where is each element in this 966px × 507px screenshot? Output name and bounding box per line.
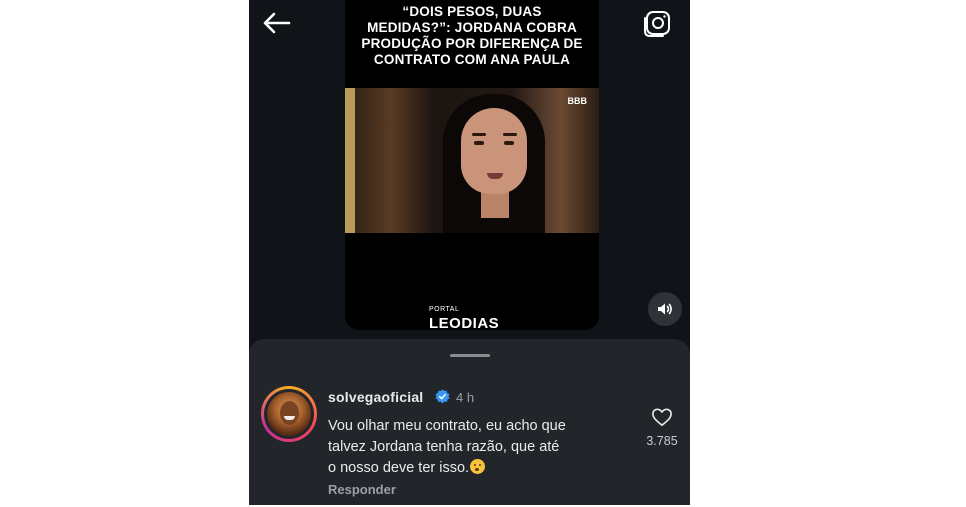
person-face — [461, 108, 527, 194]
right-brow — [503, 133, 517, 136]
app-screen: “DOIS PESOS, DUAS MEDIDAS?”: JORDANA COB… — [249, 0, 690, 505]
story-ring[interactable] — [261, 386, 317, 442]
comment-timestamp: 4 h — [456, 390, 475, 405]
comment-line: talvez Jordana tenha razão, que até — [328, 439, 560, 455]
portal-label: PORTAL — [429, 306, 460, 313]
heart-icon[interactable] — [651, 407, 673, 427]
video-frame[interactable]: BBB — [345, 88, 599, 233]
volume-icon — [658, 303, 672, 315]
camera-icon[interactable] — [642, 9, 672, 39]
comment-text: Vou olhar meu contrato, eu acho que talv… — [328, 416, 628, 479]
comment-line-last: o nosso deve ter isso. — [328, 458, 628, 479]
bbb-watermark: BBB — [567, 96, 588, 106]
verified-badge-icon — [435, 389, 450, 404]
video-headline: “DOIS PESOS, DUAS MEDIDAS?”: JORDANA COB… — [361, 4, 583, 67]
brand-label: LEODIAS — [429, 315, 500, 330]
comment-line: Vou olhar meu contrato, eu acho que — [328, 418, 566, 434]
like-count: 3.785 — [646, 434, 678, 448]
comment-username[interactable]: solvegaoficial — [328, 389, 423, 405]
back-arrow-icon[interactable] — [261, 8, 293, 38]
reply-button[interactable]: Responder — [328, 482, 396, 497]
drag-handle[interactable] — [450, 354, 490, 357]
right-eye — [504, 141, 514, 145]
comment-line-text: o nosso deve ter isso. — [328, 460, 470, 476]
hushed-face-emoji-icon — [470, 459, 486, 474]
comments-sheet: solvegaoficial 4 h Vou olhar meu contrat… — [249, 339, 690, 505]
volume-button[interactable] — [648, 292, 682, 326]
left-eye — [474, 141, 484, 145]
left-brow — [472, 133, 486, 136]
video-player[interactable]: “DOIS PESOS, DUAS MEDIDAS?”: JORDANA COB… — [345, 0, 599, 330]
avatar[interactable] — [267, 392, 311, 436]
frame-edge — [345, 88, 355, 233]
